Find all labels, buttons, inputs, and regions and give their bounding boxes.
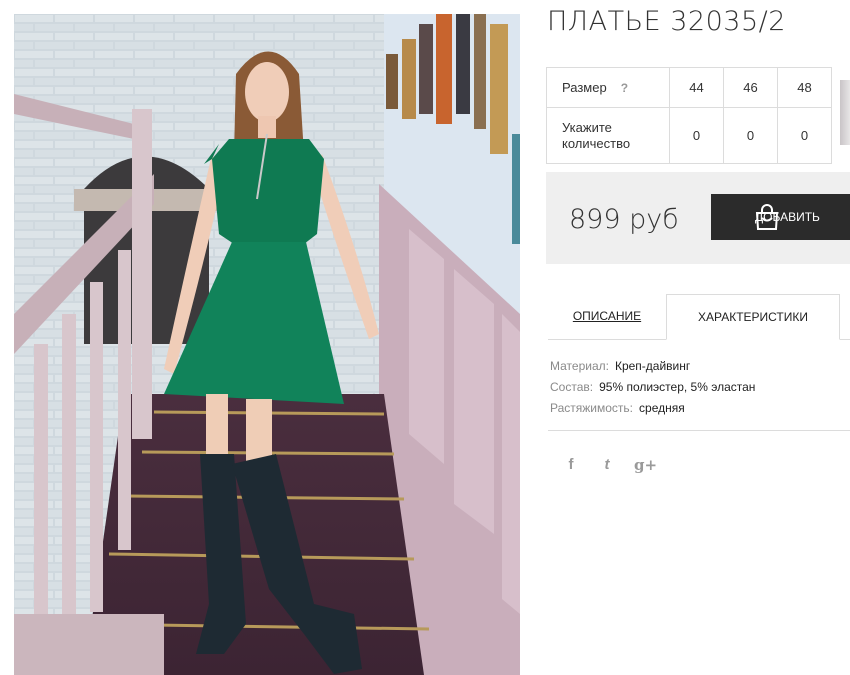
- quantity-label-line1: Укажите: [562, 119, 612, 135]
- spec-value: средняя: [639, 401, 685, 415]
- product-title: ПЛАТЬЕ 32035/2: [547, 6, 786, 37]
- size-46[interactable]: 46: [723, 67, 778, 108]
- facebook-icon[interactable]: f: [560, 455, 582, 475]
- size-help-icon[interactable]: ?: [621, 81, 628, 95]
- spec-key: Состав:: [550, 380, 594, 394]
- product-photo[interactable]: [14, 14, 520, 675]
- tab-characteristics[interactable]: ХАРАКТЕРИСТИКИ: [666, 294, 840, 340]
- size-label: Размер: [562, 80, 607, 95]
- size-44[interactable]: 44: [669, 67, 724, 108]
- spec-material: Материал: Креп-дайвинг: [550, 356, 755, 377]
- shopping-bag-icon: [753, 203, 781, 234]
- quantity-label-line2: количество: [562, 135, 631, 151]
- quantity-48[interactable]: 0: [777, 107, 832, 164]
- price-box: 899 руб ДОБАВИТЬ: [546, 172, 850, 264]
- quantity-label-cell: Укажите количество: [546, 107, 670, 164]
- characteristics-list: Материал: Креп-дайвинг Состав: 95% полиэст…: [550, 356, 755, 419]
- size-row: Размер? 44 46 48: [546, 67, 832, 108]
- product-tabs: ОПИСАНИЕ ХАРАКТЕРИСТИКИ: [548, 294, 850, 340]
- spec-composition: Состав: 95% полиэстер, 5% эластан: [550, 377, 755, 398]
- google-plus-icon[interactable]: g+: [634, 455, 657, 475]
- quantity-46[interactable]: 0: [723, 107, 778, 164]
- quantity-row: Укажите количество 0 0 0: [546, 107, 832, 164]
- product-image: [14, 14, 520, 675]
- gallery-thumbnail[interactable]: [840, 80, 850, 145]
- divider: [548, 430, 850, 431]
- add-to-cart-button[interactable]: ДОБАВИТЬ: [711, 194, 850, 240]
- quantity-44[interactable]: 0: [669, 107, 724, 164]
- twitter-icon[interactable]: t: [596, 455, 618, 475]
- spec-stretch: Растяжимость: средняя: [550, 398, 755, 419]
- size-quantity-table: Размер? 44 46 48 Укажите количество 0 0 …: [546, 67, 832, 164]
- tab-description[interactable]: ОПИСАНИЕ: [548, 294, 666, 338]
- spec-key: Растяжимость:: [550, 401, 634, 415]
- spec-value: Креп-дайвинг: [614, 359, 691, 373]
- size-label-cell: Размер?: [546, 67, 670, 108]
- size-48[interactable]: 48: [777, 67, 832, 108]
- spec-key: Материал:: [550, 359, 609, 373]
- price: 899 руб: [569, 204, 679, 235]
- spec-value: 95% полиэстер, 5% эластан: [599, 380, 756, 394]
